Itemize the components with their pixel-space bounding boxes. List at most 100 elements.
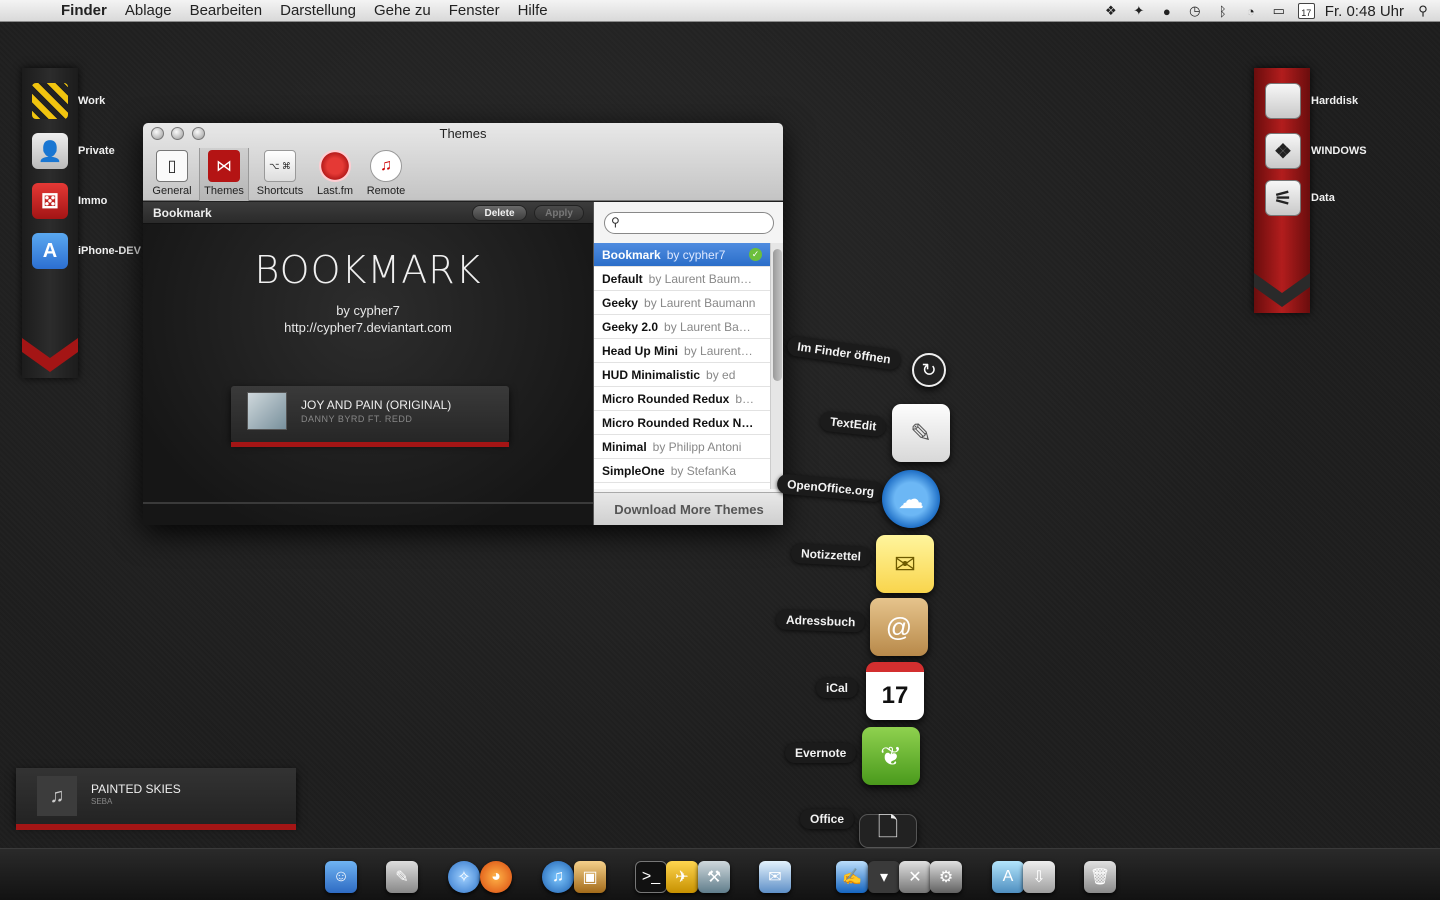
download-more-themes-button[interactable]: Download More Themes [594,492,783,525]
openoffice-icon[interactable]: ☁ [882,470,940,528]
trash-icon[interactable]: 🗑 [1084,861,1116,893]
tab-lastfm[interactable]: Last.fm [310,150,360,198]
theme-row[interactable]: Geeky 2.0 by Laurent Ba… [594,315,770,339]
terminal-icon[interactable]: >_ [635,861,667,893]
stack-label-textedit[interactable]: TextEdit [819,410,888,438]
evernote-icon[interactable]: ❦ [862,727,920,785]
theme-row[interactable]: Minimal by Philipp Antoni [594,435,770,459]
mask-icon[interactable]: ✦ [1130,3,1148,19]
keyboard-icon: ⌥ ⌘ [264,150,296,182]
theme-row[interactable]: Head Up Mini by Laurent… [594,339,770,363]
menu-bearbeiten[interactable]: Bearbeiten [181,2,272,19]
mail-icon[interactable]: ✉ [759,861,791,893]
stack-label-openoffice[interactable]: OpenOffice.org [776,473,886,503]
downloads-folder-icon[interactable]: ⇩ [1023,861,1055,893]
theme-search-input[interactable]: ⚲ [604,212,774,234]
menu-bar: Finder Ablage Bearbeiten Darstellung Geh… [0,0,1440,22]
shortcut-work[interactable]: Work [32,83,105,119]
theme-row[interactable]: SimpleOne by StefanKa [594,459,770,483]
address-book-icon[interactable]: @ [870,598,928,656]
windows-disk-icon: ❖ [1265,133,1301,169]
theme-row[interactable]: Bookmark by cypher7 ✓ [594,243,770,267]
stack-label-open-in-finder[interactable]: Im Finder öffnen [786,335,902,371]
apply-button[interactable]: Apply [534,205,584,221]
iphoto-icon[interactable]: ▣ [574,861,606,893]
stickies-icon[interactable]: ✉ [876,535,934,593]
theme-author: by ed [706,367,736,382]
delete-button[interactable]: Delete [472,205,527,221]
now-playing-widget[interactable]: ♫ PAINTED SKIES SEBA [16,768,296,830]
finder-icon[interactable]: ☺ [325,861,357,893]
utility-icon[interactable]: ✕ [899,861,931,893]
preview-artist: DANNY BYRD FT. REDD [301,414,413,424]
menu-hilfe[interactable]: Hilfe [509,2,557,19]
menu-fenster[interactable]: Fenster [440,2,509,19]
theme-name: Bookmark [602,247,661,262]
tab-themes[interactable]: ⋈ Themes [199,148,249,201]
disk-utility-icon[interactable]: ⚙ [930,861,962,893]
office-folder-icon[interactable]: 🗋 [859,812,917,848]
shortcut-label: Data [1311,192,1335,204]
search-icon: ⚲ [611,215,620,229]
shortcut-data[interactable]: ⚟ Data [1265,180,1335,216]
preview-header: Bookmark Delete Apply [143,202,593,224]
tab-label: Shortcuts [256,185,304,197]
time-machine-icon[interactable]: ◷ [1186,3,1204,19]
theme-list[interactable]: Bookmark by cypher7 ✓ Default by Laurent… [594,243,770,489]
tab-label: Last.fm [316,185,354,197]
shortcut-iphone-dev[interactable]: A iPhone-DEV [32,233,141,269]
pages-icon[interactable]: ✍ [836,861,868,893]
theme-row[interactable]: Micro Rounded Redux b… [594,387,770,411]
shortcut-windows[interactable]: ❖ WINDOWS [1265,133,1367,169]
shortcut-private[interactable]: 👤 Private [32,133,115,169]
stack-label-notizzettel[interactable]: Notizzettel [790,542,872,568]
now-playing-artist: SEBA [91,797,113,806]
theme-list-scrollbar[interactable] [770,243,783,489]
lastfm-icon [319,150,351,182]
menu-finder[interactable]: Finder [52,2,116,19]
bluetooth-icon[interactable]: ᛒ [1214,3,1232,19]
itunes-icon[interactable]: ♫ [542,861,574,893]
ical-icon[interactable]: 17 [866,662,924,720]
applications-folder-icon[interactable]: A [992,861,1024,893]
scrollbar-thumb[interactable] [773,249,782,381]
shortcut-label: Private [78,145,115,157]
theme-list-panel: ⚲ Bookmark by cypher7 ✓ Default by Laure… [593,202,783,525]
stack-label-evernote[interactable]: Evernote [785,743,857,763]
calendar-menu-icon[interactable]: 17 [1297,3,1315,19]
preview-icon[interactable]: ✎ [386,861,418,893]
checkmark-icon: ✓ [749,248,762,261]
stack-label-adressbuch[interactable]: Adressbuch [775,609,866,633]
chevron-down-icon[interactable]: ▾ [868,861,900,893]
theme-row[interactable]: Default by Laurent Baum… [594,267,770,291]
stack-label-office[interactable]: Office [800,809,855,829]
tab-remote[interactable]: ♫ Remote [361,150,411,198]
theme-row[interactable]: Geeky by Laurent Baumann [594,291,770,315]
firefox-icon[interactable]: ◕ [480,861,512,893]
theme-row[interactable]: HUD Minimalistic by ed [594,363,770,387]
menu-ablage[interactable]: Ablage [116,2,181,19]
shortcut-harddisk[interactable]: Harddisk [1265,83,1358,119]
tab-shortcuts[interactable]: ⌥ ⌘ Shortcuts [254,150,306,198]
theme-author: by Laurent Baumann [644,295,756,310]
battery-icon[interactable]: ▭ [1270,3,1288,19]
theme-row[interactable]: Micro Rounded Redux N… [594,411,770,435]
open-in-finder-icon[interactable]: ↻ [912,353,946,387]
cyberduck-icon[interactable]: ✈ [666,861,698,893]
dropbox-icon[interactable]: ❖ [1102,3,1120,19]
evernote-menu-icon[interactable]: ● [1158,3,1176,19]
tab-general[interactable]: ▯ General [147,150,197,198]
shortcut-immo[interactable]: ⚄ Immo [32,183,107,219]
wifi-icon[interactable]: ◔ [1242,3,1260,19]
theme-name: Micro Rounded Redux [602,391,730,406]
safari-icon[interactable]: ✧ [448,861,480,893]
xcode-icon[interactable]: ⚒ [698,861,730,893]
menu-darstellung[interactable]: Darstellung [271,2,365,19]
menu-clock[interactable]: Fr. 0:48 Uhr [1325,3,1404,20]
menu-gehe-zu[interactable]: Gehe zu [365,2,440,19]
stack-label-ical[interactable]: iCal [816,678,859,698]
ribbon-chevron-icon [1254,273,1310,307]
textedit-icon[interactable]: ✎ [892,404,950,462]
theme-name: Geeky [602,295,639,310]
spotlight-icon[interactable]: ⚲ [1414,3,1432,19]
